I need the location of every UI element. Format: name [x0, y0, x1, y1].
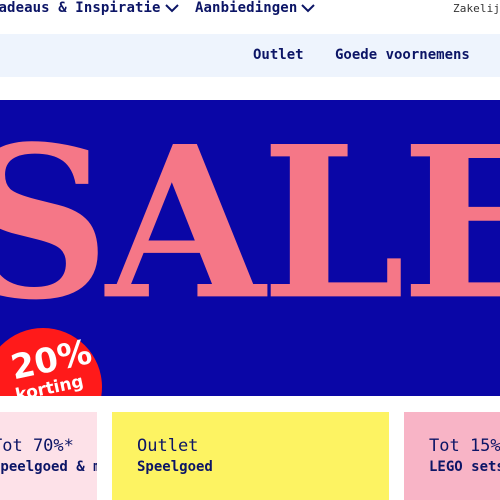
hero-headline: SALE [0, 101, 500, 347]
card-subtitle: Speelgoed [137, 459, 213, 475]
promo-cards: Tot 70%* Speelgoed & meer Outlet Speelgo… [0, 412, 500, 500]
promo-card-outlet[interactable]: Outlet Speelgoed [112, 412, 389, 500]
sale-hero-banner[interactable]: SALE 20% korting [0, 100, 500, 396]
card-title: Tot 70%* [0, 436, 74, 456]
top-navigation: Cadeaus & Inspiratie Aanbiedingen Zakeli… [0, 0, 500, 28]
subnav-outlet-link[interactable]: Outlet [253, 47, 304, 63]
card-subtitle: LEGO sets oud [429, 459, 500, 475]
nav-business-link[interactable]: Zakelijk [453, 0, 500, 16]
nav-deals-label: Aanbiedingen [195, 0, 298, 16]
chevron-down-icon [164, 4, 179, 13]
subnav-resolutions-link[interactable]: Goede voornemens [335, 47, 470, 63]
discount-badge: 20% korting [0, 328, 102, 396]
card-subtitle: Speelgoed & meer [0, 459, 97, 475]
nav-business-label: Zakelijk [453, 1, 500, 15]
card-title: Tot 15% [429, 436, 500, 456]
promo-card-lego[interactable]: Tot 15% LEGO sets oud [404, 412, 500, 500]
promo-card-sale[interactable]: Tot 70%* Speelgoed & meer [0, 412, 97, 500]
nav-gifts-label: Cadeaus & Inspiratie [0, 0, 161, 16]
chevron-down-icon [301, 4, 316, 13]
nav-deals[interactable]: Aanbiedingen [195, 0, 316, 16]
secondary-navigation: Outlet Goede voornemens [0, 34, 500, 77]
nav-gifts-inspiration[interactable]: Cadeaus & Inspiratie [0, 0, 179, 16]
card-title: Outlet [137, 436, 199, 456]
